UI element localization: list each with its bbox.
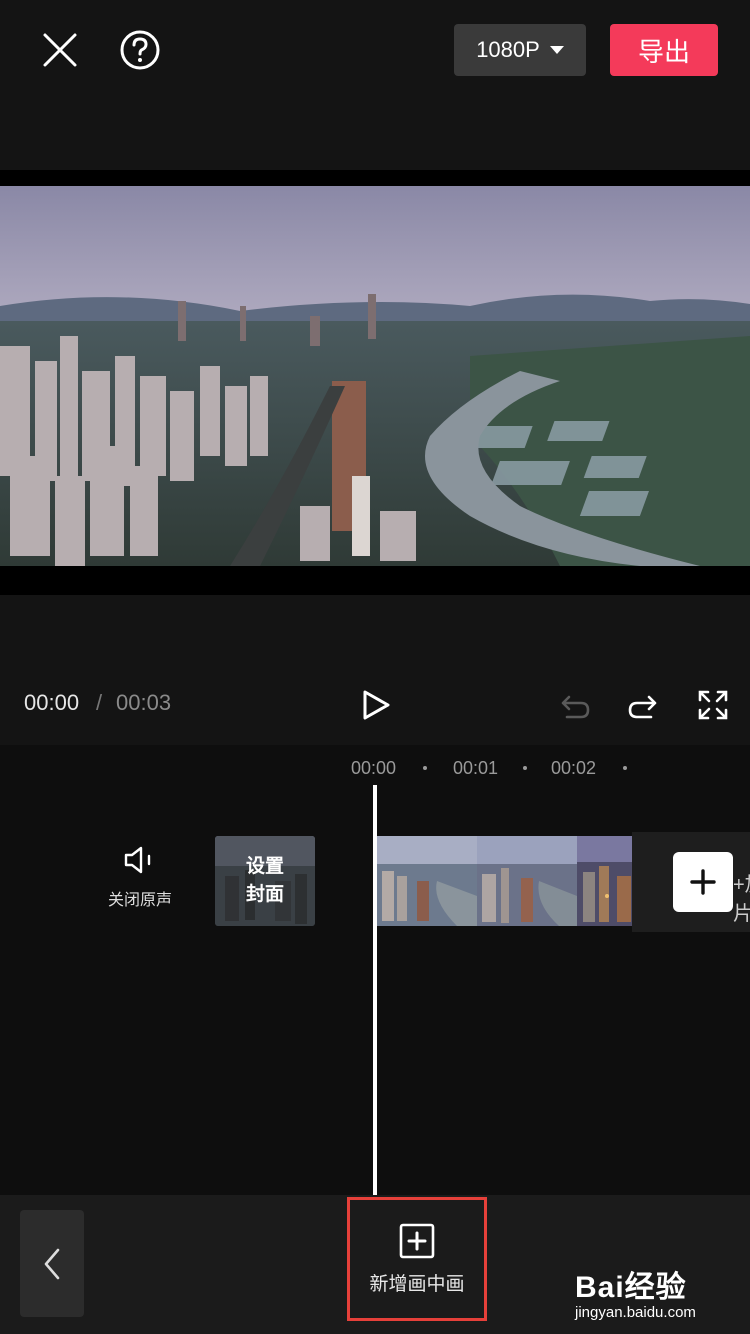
playhead[interactable] [373,785,377,1195]
add-pip-icon [399,1223,435,1258]
ruler-dot [623,766,627,770]
city-aerial-image [0,186,750,566]
watermark: Bai经验 jingyan.baidu.com [575,1262,696,1321]
help-icon[interactable] [118,28,162,72]
mute-label: 关闭原声 [107,892,172,909]
speaker-icon [124,846,151,874]
video-preview[interactable] [0,186,750,566]
plus-icon [690,869,716,895]
ruler-label: 00:01 [453,758,499,778]
add-clip-button[interactable] [673,852,733,912]
cover-label-line2: 封面 [245,884,284,905]
chevron-down-icon [549,46,564,54]
mute-original-audio-button[interactable]: 关闭原声 [100,845,180,910]
fullscreen-icon[interactable] [692,684,734,726]
resolution-label: 1080P [476,37,540,62]
clip-thumbnail [477,836,577,926]
ruler-dot [423,766,427,770]
cover-label-line1: 设置 [245,856,284,877]
add-tail-label: +加片 [733,874,750,925]
clip-thumbnail [577,836,632,926]
watermark-main: Bai经验 [575,1271,687,1304]
pip-label: 新增画中画 [369,1273,465,1295]
set-cover-button[interactable]: 设置 封面 [215,836,315,926]
close-icon[interactable] [38,28,82,72]
current-time: 00:00 [24,690,80,715]
video-track[interactable] [377,836,632,926]
redo-icon[interactable] [623,686,663,726]
resolution-dropdown[interactable]: 1080P [454,24,586,76]
chevron-left-icon [44,1248,60,1279]
export-button[interactable]: 导出 [610,24,718,76]
ruler-dot [523,766,527,770]
ruler-label: 00:02 [551,758,597,778]
ruler-label: 00:00 [351,758,397,778]
cover-label: 设置 封面 [246,853,284,909]
add-picture-in-picture-button[interactable]: 新增画中画 [347,1197,487,1321]
watermark-sub: jingyan.baidu.com [575,1304,696,1321]
undo-icon[interactable] [555,686,595,726]
total-time: 00:03 [116,690,172,715]
clip-thumbnail [377,836,477,926]
back-button[interactable] [20,1210,84,1317]
time-separator: / [96,690,103,715]
play-icon[interactable] [355,684,397,726]
